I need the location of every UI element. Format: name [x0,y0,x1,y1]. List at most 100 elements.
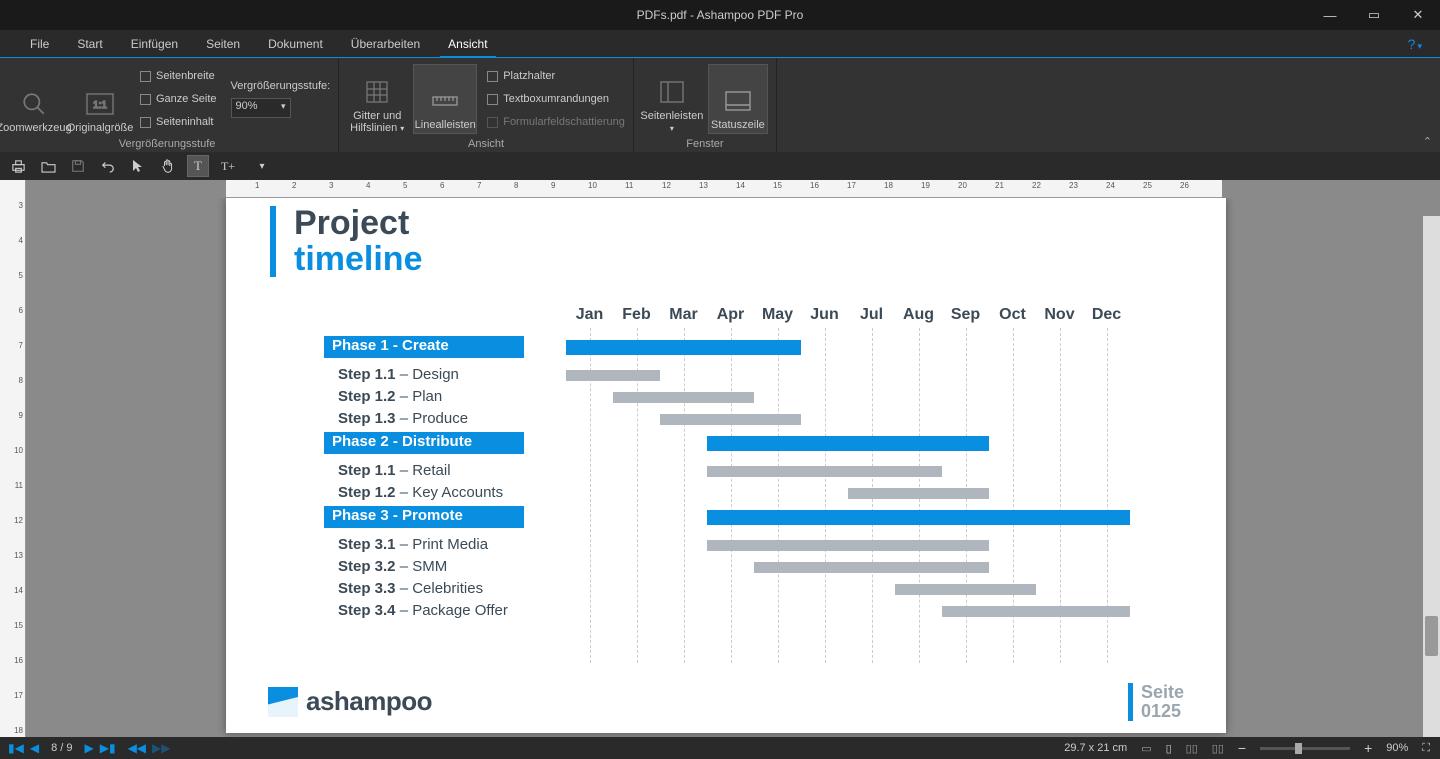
maximize-button[interactable]: ▭ [1352,0,1396,30]
menu-start[interactable]: Start [63,30,116,58]
save-tool[interactable] [68,156,88,176]
nav-back-button[interactable]: ◀◀ [128,741,146,755]
layout-single-icon[interactable]: ▯ [1166,742,1172,755]
month-label: Jan [566,306,613,324]
vertical-scrollbar[interactable] [1423,216,1440,737]
menu-ueberarbeiten[interactable]: Überarbeiten [337,30,434,58]
ashampoo-logo-icon [268,687,298,717]
menu-file[interactable]: File [16,30,63,58]
ribbon-collapse-button[interactable]: ⌃ [1423,135,1432,148]
horizontal-ruler: 1234567891011121314151617181920212223242… [226,180,1222,198]
zoom-tool-label: Zoomwerkzeug [0,122,72,134]
menu-einfuegen[interactable]: Einfügen [117,30,192,58]
last-page-button[interactable]: ▶▮ [100,741,116,755]
step-label: Step 1.2 – Plan [338,388,442,405]
month-gridline [684,328,685,663]
document-area[interactable]: Project timeline JanFebMarAprMayJunJulAu… [26,198,1440,737]
zoom-slider[interactable] [1260,747,1350,750]
menu-seiten[interactable]: Seiten [192,30,254,58]
step-label: Step 3.4 – Package Offer [338,602,508,619]
step-bar [707,466,942,477]
month-label: Feb [613,306,660,324]
select-tool[interactable] [128,156,148,176]
month-label: Apr [707,306,754,324]
month-label: Mar [660,306,707,324]
layout-book-icon[interactable]: ▯▯ [1212,742,1224,755]
nav-fwd-button[interactable]: ▶▶ [152,741,170,755]
checkbox-icon [140,71,151,82]
step-bar [707,540,989,551]
grid-button[interactable]: Gitter und Hilfslinien ▾ [347,64,407,134]
rulers-button[interactable]: Linealleisten [413,64,477,134]
phase-bar [707,436,989,451]
footer-pagenum: 0125 [1141,702,1184,721]
pdf-page: Project timeline JanFebMarAprMayJunJulAu… [226,198,1226,733]
month-label: Aug [895,306,942,324]
month-label: Jul [848,306,895,324]
original-size-label: Originalgröße [67,122,134,134]
ansicht-group-label: Ansicht [347,136,625,150]
step-label: Step 1.1 – Design [338,366,459,383]
text-add-tool[interactable]: T+ [218,156,238,176]
sidebars-label: Seitenleisten ▾ [640,110,703,134]
checkbox-icon [487,94,498,105]
close-button[interactable]: ✕ [1396,0,1440,30]
svg-text:1:1: 1:1 [93,100,107,111]
undo-tool[interactable] [98,156,118,176]
phase-header: Phase 3 - Promote [324,506,524,528]
seiteninhalt-checkbox[interactable]: Seiteninhalt [140,112,217,133]
phase-bar [707,510,1130,525]
step-label: Step 1.2 – Key Accounts [338,484,503,501]
zoom-readout: 90% [1386,742,1408,754]
text-tool[interactable]: T [188,156,208,176]
scrollbar-thumb[interactable] [1425,616,1438,656]
phase-header: Phase 1 - Create [324,336,524,358]
minimize-button[interactable]: ― [1308,0,1352,30]
platzhalter-checkbox[interactable]: Platzhalter [487,66,625,87]
help-button[interactable]: ?▾ [1408,36,1422,52]
month-label: May [754,306,801,324]
zoom-in-button[interactable]: + [1364,740,1372,756]
doc-title: Project timeline [270,206,422,277]
first-page-button[interactable]: ▮◀ [8,741,24,755]
checkbox-icon [487,71,498,82]
workspace: 3456789101112131415161718 12345678910111… [0,180,1440,737]
seitenbreite-checkbox[interactable]: Seitenbreite [140,66,217,87]
month-label: Jun [801,306,848,324]
menu-bar: File Start Einfügen Seiten Dokument Über… [0,30,1440,58]
layout-continuous-icon[interactable]: ▭ [1141,742,1151,755]
checkbox-icon [140,94,151,105]
grid-label: Gitter und Hilfslinien ▾ [347,110,407,134]
one-to-one-icon: 1:1 [86,90,114,118]
menu-ansicht[interactable]: Ansicht [434,30,501,58]
open-tool[interactable] [38,156,58,176]
zoom-level-combo[interactable]: 90% [231,98,291,118]
zoom-tool-button[interactable]: Zoomwerkzeug [4,64,64,134]
next-page-button[interactable]: ▶ [84,741,93,755]
print-tool[interactable] [8,156,28,176]
step-bar [613,392,754,403]
zoom-out-button[interactable]: − [1238,740,1246,756]
status-bar: ▮◀ ◀ 8 / 9 ▶ ▶▮ ◀◀ ▶▶ 29.7 x 21 cm ▭ ▯ ▯… [0,737,1440,759]
fullscreen-button[interactable]: ⛶ [1422,742,1430,755]
grid-icon [363,78,391,106]
layout-facing-icon[interactable]: ▯▯ [1186,742,1198,755]
month-gridline [778,328,779,663]
step-bar [754,562,989,573]
zoom-slider-thumb[interactable] [1295,743,1302,754]
vertical-ruler: 3456789101112131415161718 [0,180,26,737]
hand-tool[interactable] [158,156,178,176]
qat-customize[interactable]: ▾ [252,156,272,176]
step-bar [566,370,660,381]
statuszeile-label: Statuszeile [711,119,765,131]
prev-page-button[interactable]: ◀ [30,741,39,755]
menu-dokument[interactable]: Dokument [254,30,337,58]
formularfeld-checkbox[interactable]: Formularfeldschattierung [487,112,625,133]
ganze-seite-checkbox[interactable]: Ganze Seite [140,89,217,110]
sidebars-button[interactable]: Seitenleisten ▾ [642,64,702,134]
checkbox-icon [487,117,498,128]
month-label: Oct [989,306,1036,324]
original-size-button[interactable]: 1:1 Originalgröße [70,64,130,134]
statuszeile-button[interactable]: Statuszeile [708,64,768,134]
textboxumrandungen-checkbox[interactable]: Textboxumrandungen [487,89,625,110]
